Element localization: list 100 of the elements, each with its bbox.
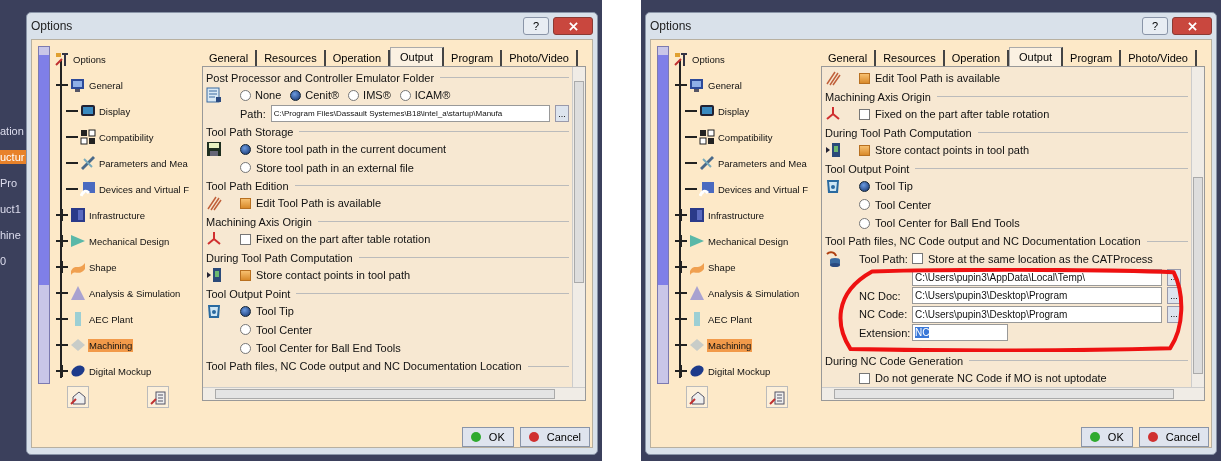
tree-label[interactable]: Infrastructure	[707, 208, 765, 222]
checkbox[interactable]	[859, 72, 870, 84]
close-icon	[568, 21, 578, 31]
monitor-icon	[70, 77, 86, 93]
checkbox[interactable]	[912, 253, 923, 265]
field-label: Tool Path:	[859, 252, 907, 265]
tree-label[interactable]: AEC Plant	[88, 312, 134, 326]
help-button[interactable]: ?	[1142, 17, 1168, 35]
radio-label: Tool Tip	[875, 180, 913, 193]
checkbox-label: Fixed on the part after table rotation	[256, 233, 431, 246]
radio-label: Tool Center for Ball End Tools	[256, 342, 401, 355]
tree-label[interactable]: Display	[98, 104, 132, 118]
horizontal-scrollbar[interactable]	[203, 387, 585, 400]
browse-button[interactable]: ...	[555, 105, 569, 123]
checkbox[interactable]	[240, 269, 251, 281]
tree-label[interactable]: Machining	[88, 338, 134, 352]
tree-label[interactable]: Analysis & Simulation	[707, 286, 801, 300]
expander-icon[interactable]	[56, 235, 68, 247]
radio-label: Tool Center	[875, 198, 932, 211]
scrollbar-thumb[interactable]	[1193, 177, 1203, 374]
scrollbar-thumb[interactable]	[834, 389, 1174, 399]
tree-label[interactable]: Compatibility	[717, 130, 774, 144]
scrollbar-thumb[interactable]	[574, 81, 584, 283]
checkbox[interactable]	[240, 197, 251, 209]
tab[interactable]: Output	[1009, 47, 1064, 66]
background-text: hine	[0, 228, 22, 242]
tree-label[interactable]: General	[707, 78, 743, 92]
checkbox[interactable]	[859, 372, 870, 384]
tree-label[interactable]: Options	[72, 52, 107, 66]
path-field[interactable]: C:\Program Files\Dassault Systemes\B18\intel_a\startup\Manufa	[270, 105, 550, 123]
expander-icon[interactable]	[675, 209, 687, 221]
tree-scrollbar[interactable]	[657, 46, 669, 384]
radio-button[interactable]	[859, 180, 870, 192]
ok-button[interactable]: OK	[461, 427, 514, 447]
home-tool-button[interactable]	[686, 386, 708, 408]
tree-label[interactable]: Digital Mockup	[88, 364, 153, 378]
tree-scrollbar[interactable]	[38, 46, 50, 384]
cancel-button[interactable]: Cancel	[1138, 427, 1209, 447]
expander-icon[interactable]	[675, 365, 687, 377]
path-field[interactable]: C:\Users\pupin3\Desktop\Program	[912, 287, 1162, 305]
cancel-button[interactable]: Cancel	[519, 427, 590, 447]
path-field[interactable]: C:\Users\pupin3\Desktop\Program	[912, 305, 1162, 323]
blocks-icon	[70, 207, 86, 223]
tree-label[interactable]: Compatibility	[98, 130, 155, 144]
ok-button[interactable]: OK	[1080, 427, 1133, 447]
expander-icon[interactable]	[675, 235, 687, 247]
tree-label[interactable]: Devices and Virtual F	[98, 182, 191, 196]
tree-label[interactable]: Infrastructure	[88, 208, 146, 222]
windows-icon	[699, 129, 715, 145]
tree-label[interactable]: Machining	[707, 338, 753, 352]
hatched-lines-icon	[825, 70, 841, 86]
radio-button[interactable]	[859, 217, 870, 229]
scrollbar-thumb[interactable]	[215, 389, 555, 399]
radio-button[interactable]	[240, 162, 251, 174]
tree-label[interactable]: Options	[691, 52, 726, 66]
section-heading: Post Processor and Controller Emulator Folder	[206, 71, 435, 84]
close-button[interactable]	[553, 17, 593, 35]
radio-button[interactable]	[399, 89, 411, 101]
tree-label[interactable]: Shape	[88, 260, 118, 274]
scrollbar-thumb[interactable]	[658, 55, 668, 285]
radio-button[interactable]	[240, 89, 251, 101]
radio-button[interactable]	[290, 89, 302, 101]
tree-label[interactable]: Devices and Virtual F	[717, 182, 810, 196]
vertical-scrollbar[interactable]	[572, 67, 585, 387]
document-tool-button[interactable]	[766, 386, 788, 408]
help-button[interactable]: ?	[523, 17, 549, 35]
tree-label[interactable]: Display	[717, 104, 751, 118]
expander-icon[interactable]	[56, 365, 68, 377]
home-tool-button[interactable]	[67, 386, 89, 408]
radio-button[interactable]	[240, 305, 251, 317]
close-button[interactable]	[1172, 17, 1212, 35]
checkbox[interactable]	[240, 233, 251, 245]
tree-label[interactable]: Digital Mockup	[707, 364, 772, 378]
expander-icon[interactable]	[56, 209, 68, 221]
tree-label[interactable]: General	[88, 78, 124, 92]
text-field[interactable]: NC	[912, 324, 1008, 342]
radio-button[interactable]	[348, 89, 360, 101]
horizontal-scrollbar[interactable]	[822, 387, 1204, 400]
tab[interactable]: Output	[390, 47, 445, 66]
radio-button[interactable]	[859, 199, 870, 211]
vertical-scrollbar[interactable]	[1191, 67, 1204, 387]
checkbox[interactable]	[859, 144, 870, 156]
scrollbar-thumb[interactable]	[39, 55, 49, 285]
tree-label[interactable]: Parameters and Mea	[98, 156, 189, 170]
radio-button[interactable]	[240, 342, 251, 354]
radio-button[interactable]	[240, 143, 251, 155]
checkbox[interactable]	[859, 108, 870, 120]
tree-label[interactable]: AEC Plant	[707, 312, 753, 326]
section-heading: During NC Code Generation	[825, 354, 964, 367]
background-text: ation	[0, 124, 25, 138]
tree-label[interactable]: Analysis & Simulation	[88, 286, 182, 300]
tree-label[interactable]: Parameters and Mea	[717, 156, 808, 170]
expander-icon[interactable]	[675, 261, 687, 273]
tree-label[interactable]: Shape	[707, 260, 737, 274]
tree-label[interactable]: Mechanical Design	[707, 234, 790, 248]
expander-icon[interactable]	[56, 261, 68, 273]
tree-label[interactable]: Mechanical Design	[88, 234, 171, 248]
cup-icon	[206, 303, 222, 319]
radio-button[interactable]	[240, 324, 251, 336]
document-tool-button[interactable]	[147, 386, 169, 408]
